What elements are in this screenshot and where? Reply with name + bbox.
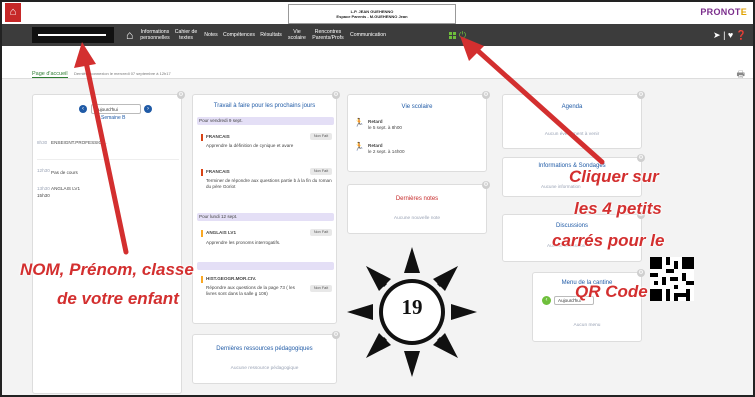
annotation-qr-line4: QR Code [575,282,648,301]
arrow-head-name [74,42,96,68]
arrow-to-name [83,59,129,255]
arrow-head-qr [460,36,484,61]
annotation-name-line2: de votre enfant [57,289,179,308]
annotation-qr-line3: carrés pour le [552,231,665,250]
annotation-qr-line1: Cliquer sur [569,167,659,186]
annotation-qr-line2: les 4 petits [574,199,662,218]
annotation-name-line1: NOM, Prénom, classe [20,260,194,279]
arrow-to-qr [474,47,605,165]
page-number: 19 [401,295,423,319]
screenshot-frame: ⌂ L.P. JEAN GUEHENNO Espace Parents - M.… [0,0,755,397]
